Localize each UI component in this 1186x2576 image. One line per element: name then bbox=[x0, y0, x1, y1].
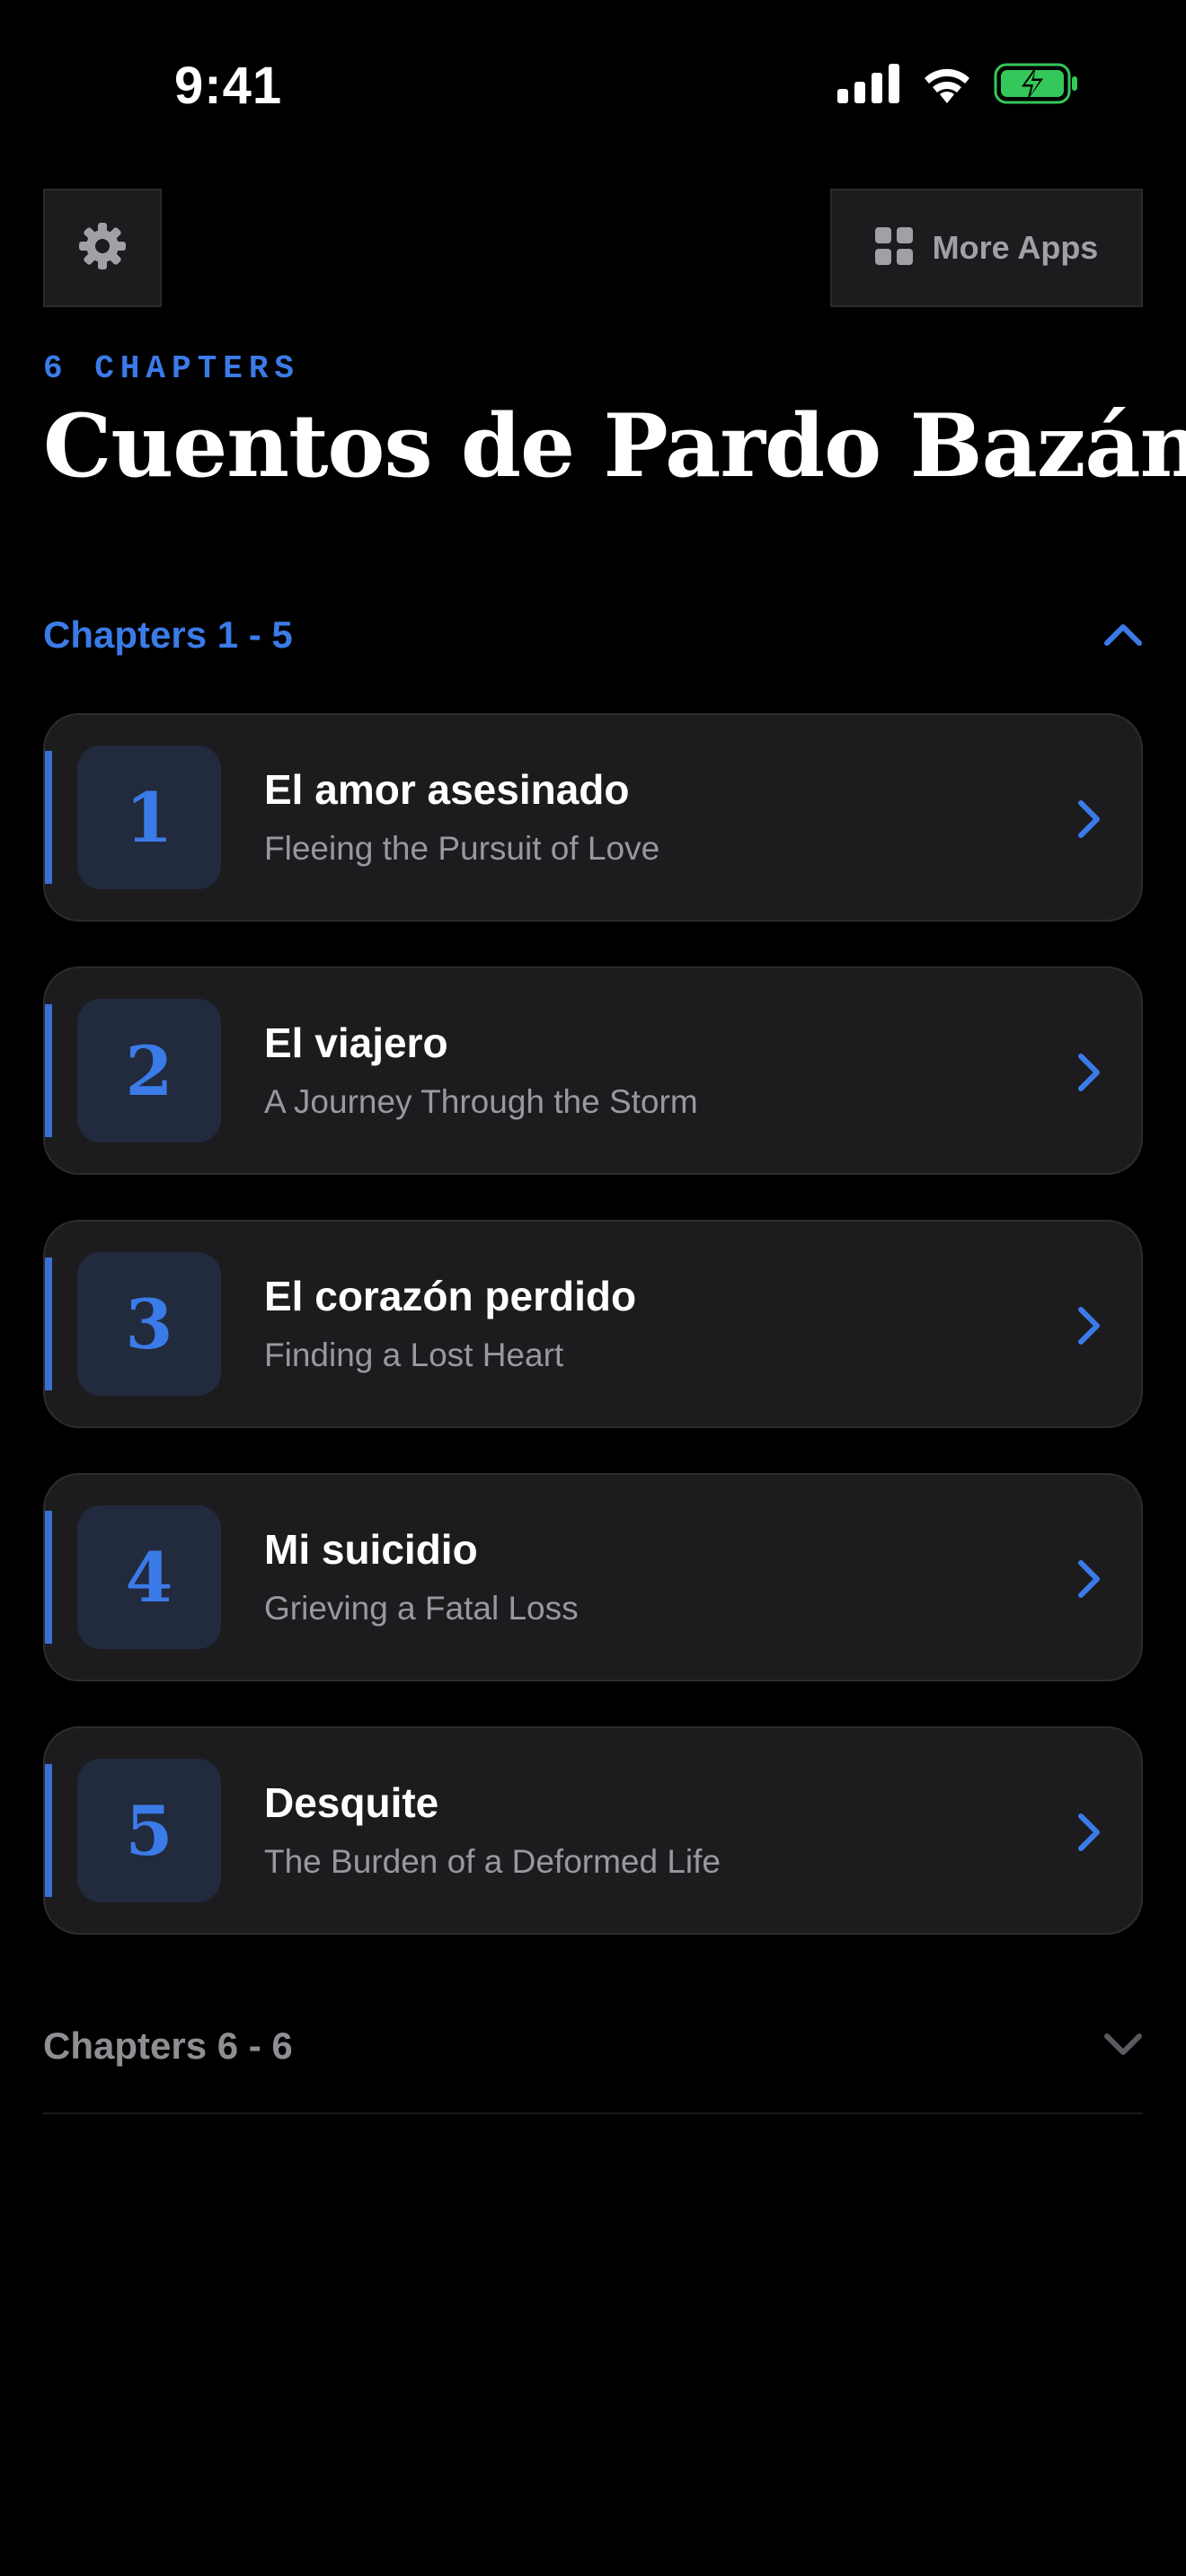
status-bar: 9:41 bbox=[0, 0, 1186, 171]
accent-bar bbox=[45, 1257, 52, 1390]
chapter-title: Desquite bbox=[264, 1779, 439, 1826]
chapter-number: 1 bbox=[77, 745, 221, 889]
accent-bar bbox=[45, 1764, 52, 1897]
chapter-card-3[interactable]: 3 El corazón perdido Finding a Lost Hear… bbox=[43, 1220, 1143, 1428]
section-header-chapters-1-5[interactable]: Chapters 1 - 5 bbox=[43, 599, 1143, 671]
chapter-subtitle: Fleeing the Pursuit of Love bbox=[264, 830, 660, 867]
chapter-subtitle: Grieving a Fatal Loss bbox=[264, 1590, 579, 1627]
chapter-card-4[interactable]: 4 Mi suicidio Grieving a Fatal Loss bbox=[43, 1473, 1143, 1681]
chapter-card-5[interactable]: 5 Desquite The Burden of a Deformed Life bbox=[43, 1726, 1143, 1935]
chevron-up-icon bbox=[1103, 620, 1143, 651]
chevron-right-icon bbox=[1064, 1554, 1114, 1604]
chevron-right-icon bbox=[1064, 794, 1114, 844]
more-apps-button[interactable]: More Apps bbox=[830, 189, 1143, 307]
cellular-signal-icon bbox=[837, 64, 900, 108]
chapter-title: El viajero bbox=[264, 1019, 448, 1066]
chapter-number: 2 bbox=[77, 999, 221, 1142]
chapter-subtitle: A Journey Through the Storm bbox=[264, 1083, 698, 1120]
section-divider bbox=[43, 2113, 1143, 2114]
battery-charging-icon bbox=[994, 63, 1078, 109]
chapter-title: El corazón perdido bbox=[264, 1273, 637, 1319]
status-time: 9:41 bbox=[174, 57, 283, 115]
gear-icon bbox=[77, 221, 128, 276]
chevron-right-icon bbox=[1064, 1047, 1114, 1098]
chapter-number: 5 bbox=[77, 1759, 221, 1902]
chapter-title: Mi suicidio bbox=[264, 1526, 478, 1573]
accent-bar bbox=[45, 1511, 52, 1644]
settings-button[interactable] bbox=[43, 189, 162, 307]
section-header-chapters-6-6[interactable]: Chapters 6 - 6 bbox=[43, 2010, 1143, 2082]
chapter-card-2[interactable]: 2 El viajero A Journey Through the Storm bbox=[43, 966, 1143, 1175]
chevron-right-icon bbox=[1064, 1807, 1114, 1857]
chapter-number: 3 bbox=[77, 1252, 221, 1396]
page-title: Cuentos de Pardo Bazán bbox=[43, 395, 1186, 497]
chapter-subtitle: Finding a Lost Heart bbox=[264, 1337, 564, 1373]
wifi-icon bbox=[920, 64, 974, 108]
accent-bar bbox=[45, 1004, 52, 1137]
chapter-title: El amor asesinado bbox=[264, 766, 630, 813]
chapter-subtitle: The Burden of a Deformed Life bbox=[264, 1843, 721, 1880]
chapter-count-label: 6 CHAPTERS bbox=[43, 350, 301, 387]
grid-icon bbox=[874, 226, 913, 269]
accent-bar bbox=[45, 751, 52, 884]
chevron-down-icon bbox=[1103, 2031, 1143, 2062]
chevron-right-icon bbox=[1064, 1301, 1114, 1351]
chapter-number: 4 bbox=[77, 1505, 221, 1649]
chapter-card-1[interactable]: 1 El amor asesinado Fleeing the Pursuit … bbox=[43, 713, 1143, 922]
section-label: Chapters 6 - 6 bbox=[43, 2025, 293, 2067]
section-label: Chapters 1 - 5 bbox=[43, 613, 293, 656]
more-apps-label: More Apps bbox=[932, 229, 1099, 266]
status-icons bbox=[837, 63, 1078, 109]
